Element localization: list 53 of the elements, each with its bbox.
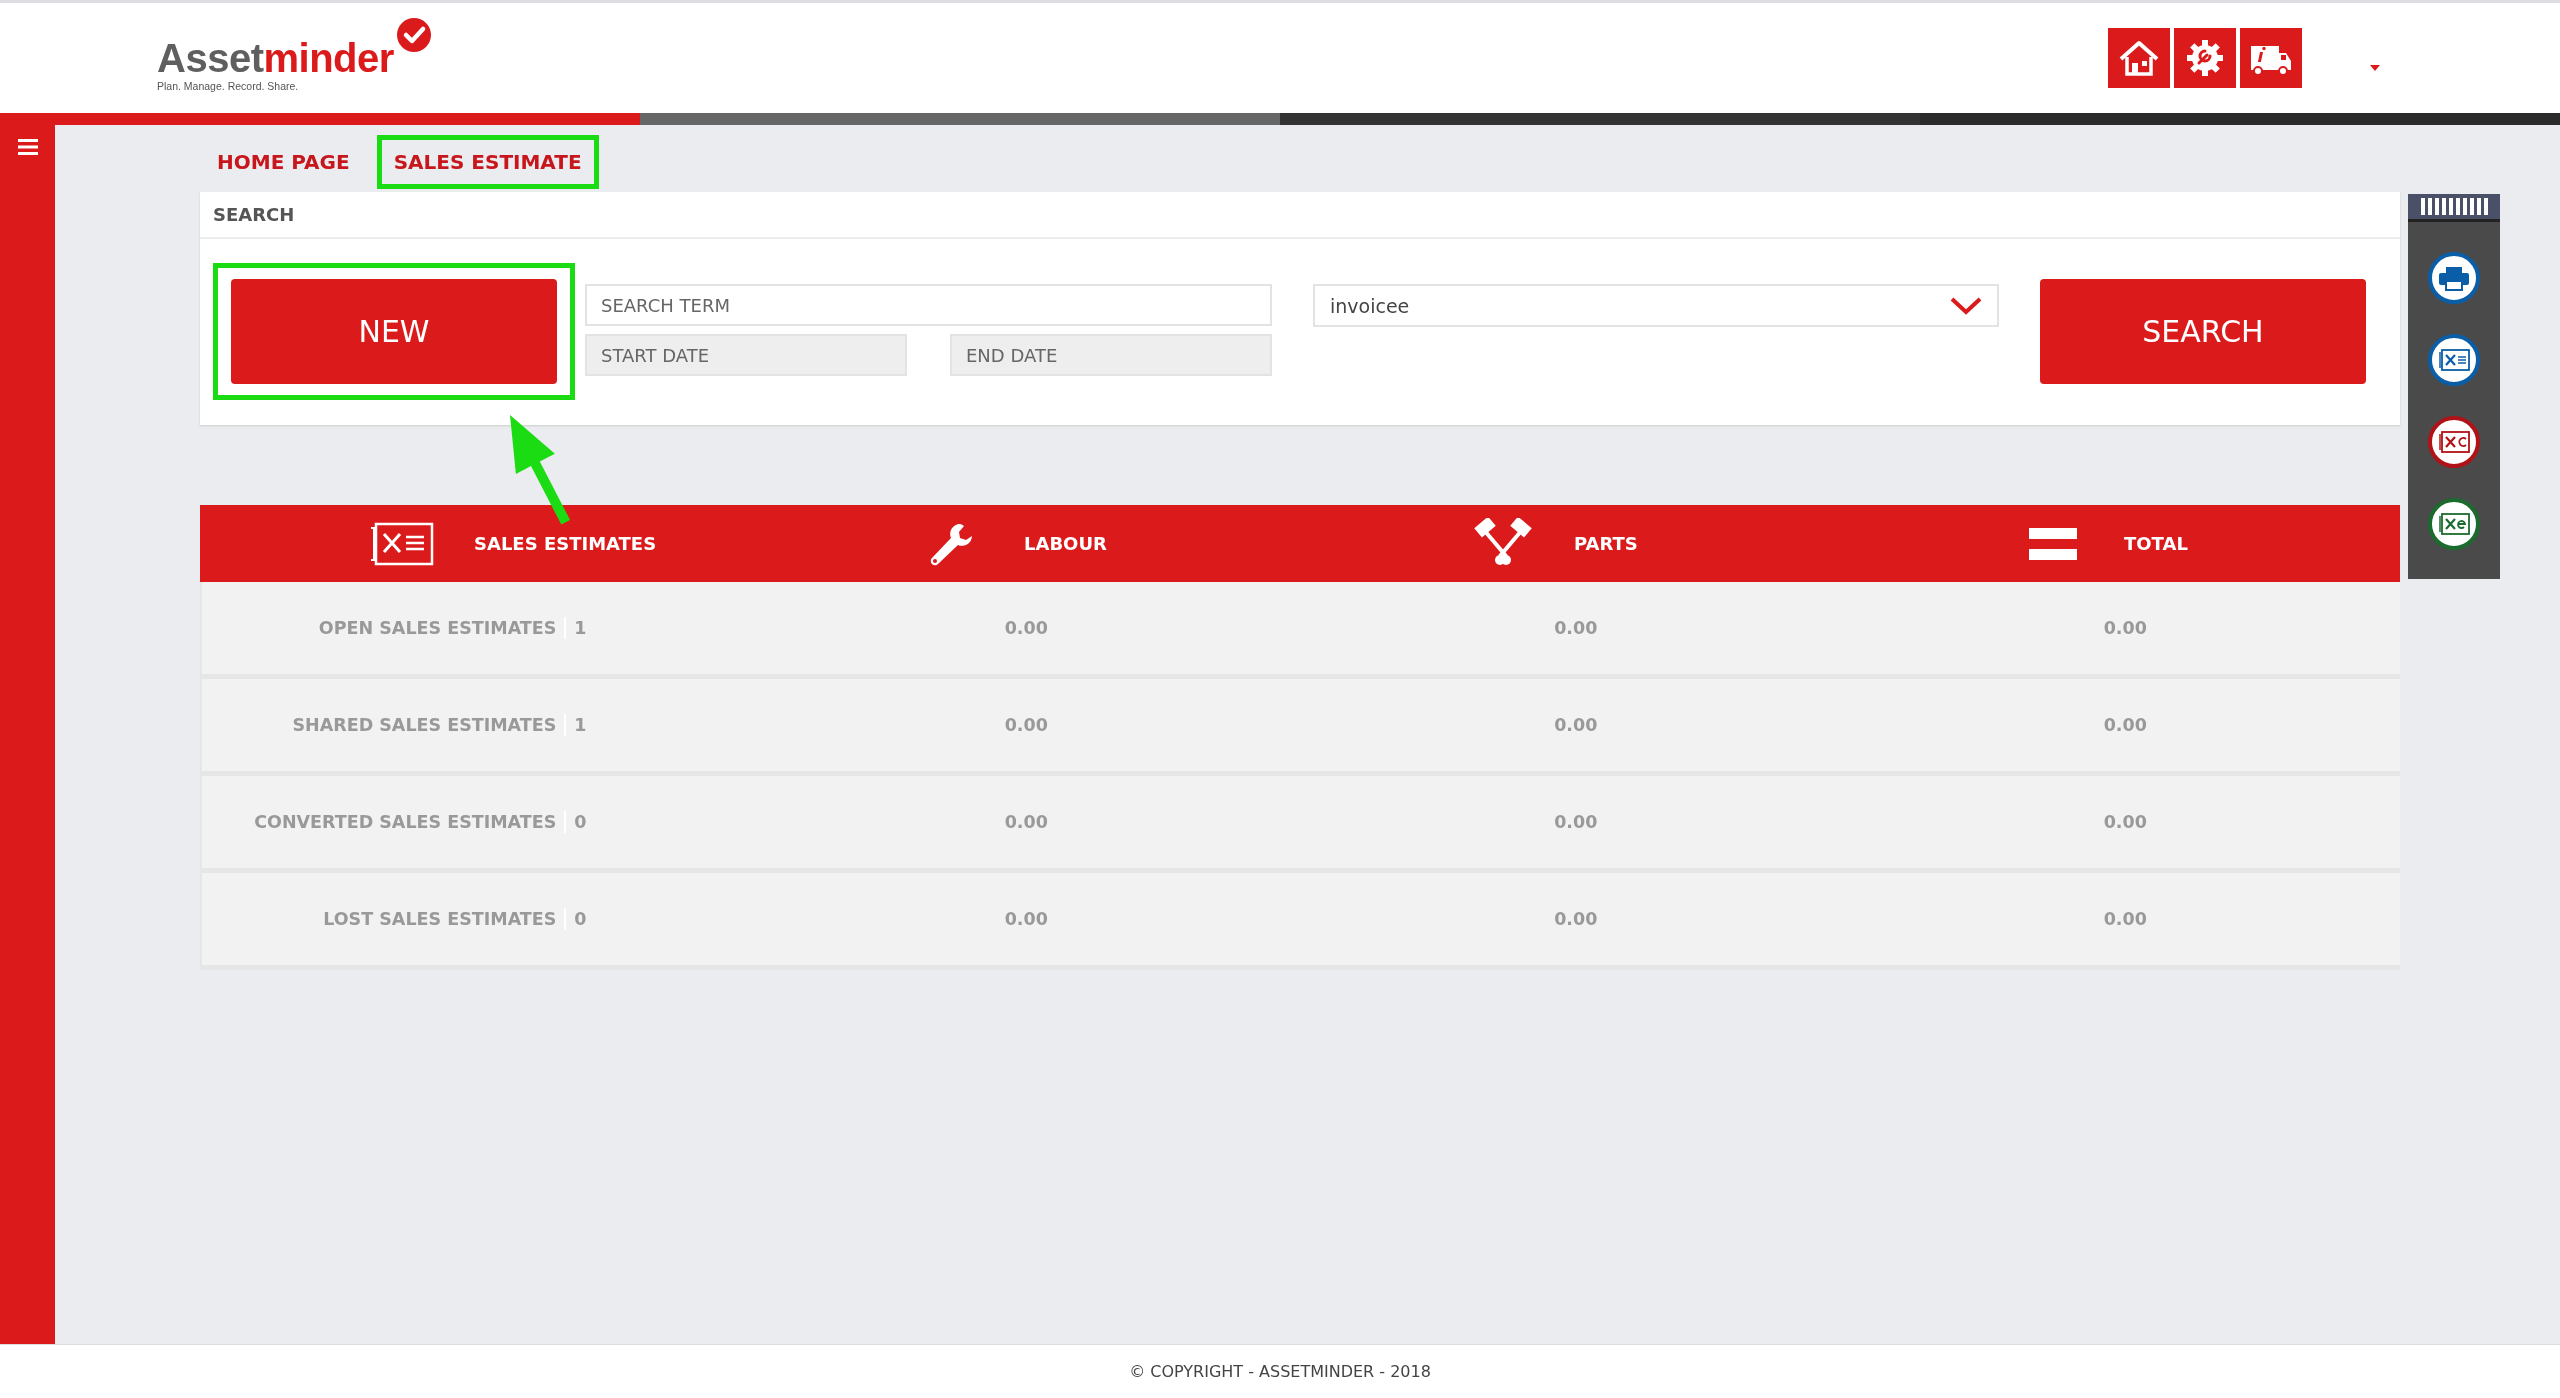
row-label: SHARED SALES ESTIMATES — [292, 715, 557, 735]
table-cell-text: 0.00 — [1003, 908, 1049, 931]
table-cell-text: 0.00 — [1003, 714, 1049, 737]
row-count: 1 — [574, 618, 587, 638]
filter-dropdown[interactable]: invoicee — [1313, 284, 1999, 327]
estimate-card-icon — [2437, 429, 2471, 455]
table-cell-text: 0.00 — [1553, 617, 1599, 640]
estimate-card-icon — [2437, 347, 2471, 373]
table-cell-text: 0.00 — [2102, 617, 2148, 640]
table-cell-text: 0.00 — [1003, 811, 1049, 834]
table-cell-text: 0.00 — [2102, 811, 2148, 834]
logo-wordmark: Assetminder — [157, 36, 394, 80]
printer-icon — [2437, 265, 2471, 291]
export-button[interactable] — [2428, 498, 2480, 550]
table-cell-text: 0.00 — [2102, 714, 2148, 737]
breadcrumb-link[interactable]: HOME PAGE — [217, 150, 350, 174]
column-header: TOTAL — [2124, 533, 2188, 554]
search-button[interactable]: SEARCH — [2040, 279, 2366, 384]
search-field[interactable]: SEARCH TERM — [585, 284, 1272, 326]
table-cell-text: 0.00 — [1003, 617, 1049, 640]
start-date-field[interactable]: START DATE — [585, 334, 907, 376]
logo-tagline: Plan. Manage. Record. Share. — [157, 80, 300, 92]
row-label: LOST SALES ESTIMATES — [323, 909, 557, 929]
new-button[interactable]: NEW — [231, 279, 557, 384]
dropdown-caret-icon[interactable] — [2370, 65, 2380, 71]
panel-title: SEARCH — [200, 192, 2400, 239]
estimate-button[interactable] — [2428, 334, 2480, 386]
check-icon — [397, 18, 431, 52]
truck-button[interactable] — [2240, 28, 2302, 88]
breadcrumb-link[interactable]: SALES ESTIMATE — [393, 150, 582, 174]
row-label: OPEN SALES ESTIMATES — [318, 618, 557, 638]
table-cell-text: 0.00 — [2102, 908, 2148, 931]
row-count: 1 — [574, 715, 587, 735]
barcode-icon — [2408, 194, 2500, 222]
column-header: LABOUR — [1024, 533, 1107, 554]
row-count: 0 — [574, 909, 587, 929]
chevron-down-icon — [1949, 295, 1983, 316]
table-cell-text: 0.00 — [1553, 811, 1599, 834]
home-button[interactable] — [2108, 28, 2170, 88]
print-button[interactable] — [2428, 252, 2480, 304]
table-cell-text: 0.00 — [1553, 714, 1599, 737]
estimate-card-icon — [2437, 511, 2471, 537]
column-header: PARTS — [1574, 533, 1638, 554]
copyright-text: © COPYRIGHT - ASSETMINDER - 2018 — [1129, 1362, 1431, 1381]
row-count: 0 — [574, 812, 587, 832]
table-cell-text: 0.00 — [1553, 908, 1599, 931]
home-icon — [2117, 38, 2161, 78]
end-date-field[interactable]: END DATE — [950, 334, 1272, 376]
row-label: CONVERTED SALES ESTIMATES — [254, 812, 557, 832]
convert-button[interactable] — [2428, 416, 2480, 468]
settings-button[interactable] — [2174, 28, 2236, 88]
menu-icon[interactable] — [17, 139, 38, 155]
column-header: SALES ESTIMATES — [474, 533, 657, 554]
